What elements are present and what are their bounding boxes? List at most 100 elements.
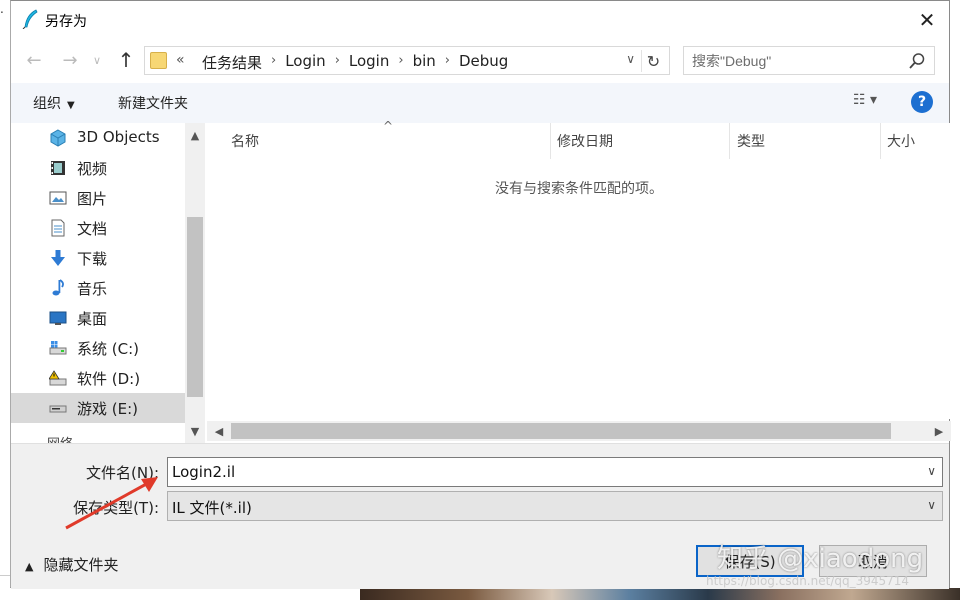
- hide-folders-toggle[interactable]: ▲ 隐藏文件夹: [25, 554, 118, 575]
- column-header-type[interactable]: 类型: [737, 131, 765, 151]
- drive-e-icon: [49, 405, 67, 413]
- chevron-up-icon: ▲: [25, 560, 34, 573]
- app-feather-icon: [22, 9, 38, 29]
- file-list-horizontal-scrollbar[interactable]: ◀ ▶: [207, 421, 951, 441]
- save-as-dialog: 另存为 ✕ ← → ∨ ↑ « 任务结果 › Login › Login › b…: [10, 0, 951, 589]
- column-divider[interactable]: [550, 123, 551, 159]
- column-divider[interactable]: [880, 123, 881, 159]
- drive-d-icon: [49, 370, 67, 386]
- navigation-pane: 3D Objects 视频 图片 文档 下载 音乐 桌面 系统 (C:) 软件 …: [11, 123, 207, 443]
- music-icon: [52, 279, 64, 296]
- organize-label: 组织: [33, 96, 61, 112]
- documents-icon: [51, 219, 65, 237]
- breadcrumb-item[interactable]: Debug: [452, 52, 515, 73]
- organize-menu[interactable]: 组织 ▼: [33, 93, 75, 113]
- column-header-date[interactable]: 修改日期: [557, 131, 613, 151]
- breadcrumb-item[interactable]: Login: [278, 52, 332, 73]
- recent-locations-button[interactable]: ∨: [90, 49, 104, 71]
- arrow-left-icon: ←: [26, 49, 42, 71]
- nav-label: 图片: [77, 190, 108, 208]
- scrollbar-thumb[interactable]: [187, 217, 203, 397]
- search-box[interactable]: [683, 46, 935, 75]
- chevron-down-icon[interactable]: ∨: [927, 464, 936, 478]
- view-options-button[interactable]: ☷ ▾: [853, 92, 877, 108]
- filename-field[interactable]: Login2.il ∨: [167, 457, 943, 487]
- arrow-up-icon: ↑: [117, 48, 135, 72]
- scroll-up-icon[interactable]: ▲: [185, 125, 205, 145]
- nav-label: 桌面: [77, 310, 108, 328]
- 3d-objects-icon: [50, 129, 66, 147]
- filetype-select[interactable]: IL 文件(*.il) ∨: [167, 491, 943, 521]
- help-button[interactable]: ?: [911, 91, 933, 113]
- new-folder-button[interactable]: 新建文件夹: [118, 93, 188, 113]
- nav-item-drive-c[interactable]: 系统 (C:): [11, 333, 185, 363]
- breadcrumb: 任务结果 › Login › Login › bin › Debug: [195, 52, 515, 73]
- breadcrumb-separator-icon[interactable]: ›: [396, 52, 405, 73]
- chevron-down-icon: ∨: [927, 498, 936, 512]
- breadcrumb-item[interactable]: 任务结果: [195, 52, 269, 73]
- scrollbar-thumb[interactable]: [231, 423, 891, 439]
- nav-item-drive-e[interactable]: 游戏 (E:): [11, 393, 185, 423]
- column-divider[interactable]: [729, 123, 730, 159]
- desktop-icon: [49, 311, 67, 325]
- search-input[interactable]: [692, 51, 902, 71]
- address-row: ← → ∨ ↑ « 任务结果 › Login › Login › bin › D…: [11, 41, 949, 81]
- watermark-text: 知乎 @xiaodong: [717, 544, 924, 574]
- nav-item-video[interactable]: 视频: [11, 153, 185, 183]
- nav-item-drive-d[interactable]: 软件 (D:): [11, 363, 185, 393]
- nav-item-music[interactable]: 音乐: [11, 273, 185, 303]
- file-list[interactable]: ^ 名称 修改日期 类型 大小 没有与搜索条件匹配的项。: [207, 119, 951, 419]
- column-header-name[interactable]: 名称: [231, 131, 259, 151]
- caret-down-icon: ▼: [67, 100, 75, 111]
- filename-value[interactable]: Login2.il: [172, 463, 235, 481]
- nav-label: 文档: [77, 220, 108, 238]
- nav-item-documents[interactable]: 文档: [11, 213, 185, 243]
- close-icon: ✕: [918, 8, 936, 32]
- folder-icon: [150, 52, 167, 69]
- filetype-value: IL 文件(*.il): [172, 499, 252, 517]
- hide-folders-label: 隐藏文件夹: [43, 556, 119, 574]
- nav-label: 软件 (D:): [77, 370, 141, 388]
- overflow-chevron-icon[interactable]: «: [176, 52, 185, 68]
- nav-label: 视频: [77, 160, 108, 178]
- back-button[interactable]: ←: [23, 49, 45, 71]
- up-button[interactable]: ↑: [115, 48, 137, 72]
- close-button[interactable]: ✕: [905, 1, 949, 39]
- nav-label: 游戏 (E:): [77, 400, 139, 418]
- column-header-size[interactable]: 大小: [887, 131, 915, 151]
- nav-item-3d-objects[interactable]: 3D Objects: [11, 123, 185, 153]
- address-bar[interactable]: « 任务结果 › Login › Login › bin › Debug ∨ ↻: [144, 46, 670, 75]
- sidebar-scrollbar[interactable]: ▲ ▼: [185, 123, 205, 443]
- refresh-button[interactable]: ↻: [641, 50, 665, 72]
- new-folder-label: 新建文件夹: [118, 96, 188, 112]
- scroll-left-icon[interactable]: ◀: [209, 421, 229, 441]
- breadcrumb-separator-icon[interactable]: ›: [443, 52, 452, 73]
- breadcrumb-item[interactable]: bin: [406, 52, 443, 73]
- view-list-icon: ☷ ▾: [852, 92, 877, 108]
- nav-label: 音乐: [77, 280, 108, 298]
- dialog-title: 另存为: [45, 14, 87, 30]
- pictures-icon: [49, 191, 67, 205]
- nav-item-desktop[interactable]: 桌面: [11, 303, 185, 333]
- scroll-right-icon[interactable]: ▶: [929, 421, 949, 441]
- scroll-down-icon[interactable]: ▼: [185, 421, 205, 441]
- watermark-url: https://blog.csdn.net/qq_3945714: [706, 574, 910, 588]
- forward-button[interactable]: →: [59, 49, 81, 71]
- video-icon: [51, 161, 65, 175]
- help-icon: ?: [917, 94, 927, 110]
- title-bar[interactable]: 另存为 ✕: [11, 1, 949, 39]
- breadcrumb-separator-icon[interactable]: ›: [269, 52, 278, 73]
- nav-item-downloads[interactable]: 下载: [11, 243, 185, 273]
- search-icon[interactable]: [908, 52, 926, 70]
- nav-item-network-partial[interactable]: 网络: [47, 433, 87, 443]
- nav-item-pictures[interactable]: 图片: [11, 183, 185, 213]
- download-icon: [51, 250, 65, 266]
- breadcrumb-separator-icon[interactable]: ›: [333, 52, 342, 73]
- empty-results-message: 没有与搜索条件匹配的项。: [495, 181, 663, 197]
- breadcrumb-item[interactable]: Login: [342, 52, 396, 73]
- command-bar: 组织 ▼ 新建文件夹 ☷ ▾ ?: [11, 83, 949, 123]
- address-dropdown-icon[interactable]: ∨: [626, 52, 635, 66]
- chevron-down-icon: ∨: [92, 53, 102, 67]
- background-image-strip: [360, 588, 960, 600]
- nav-label: 3D Objects: [77, 128, 160, 146]
